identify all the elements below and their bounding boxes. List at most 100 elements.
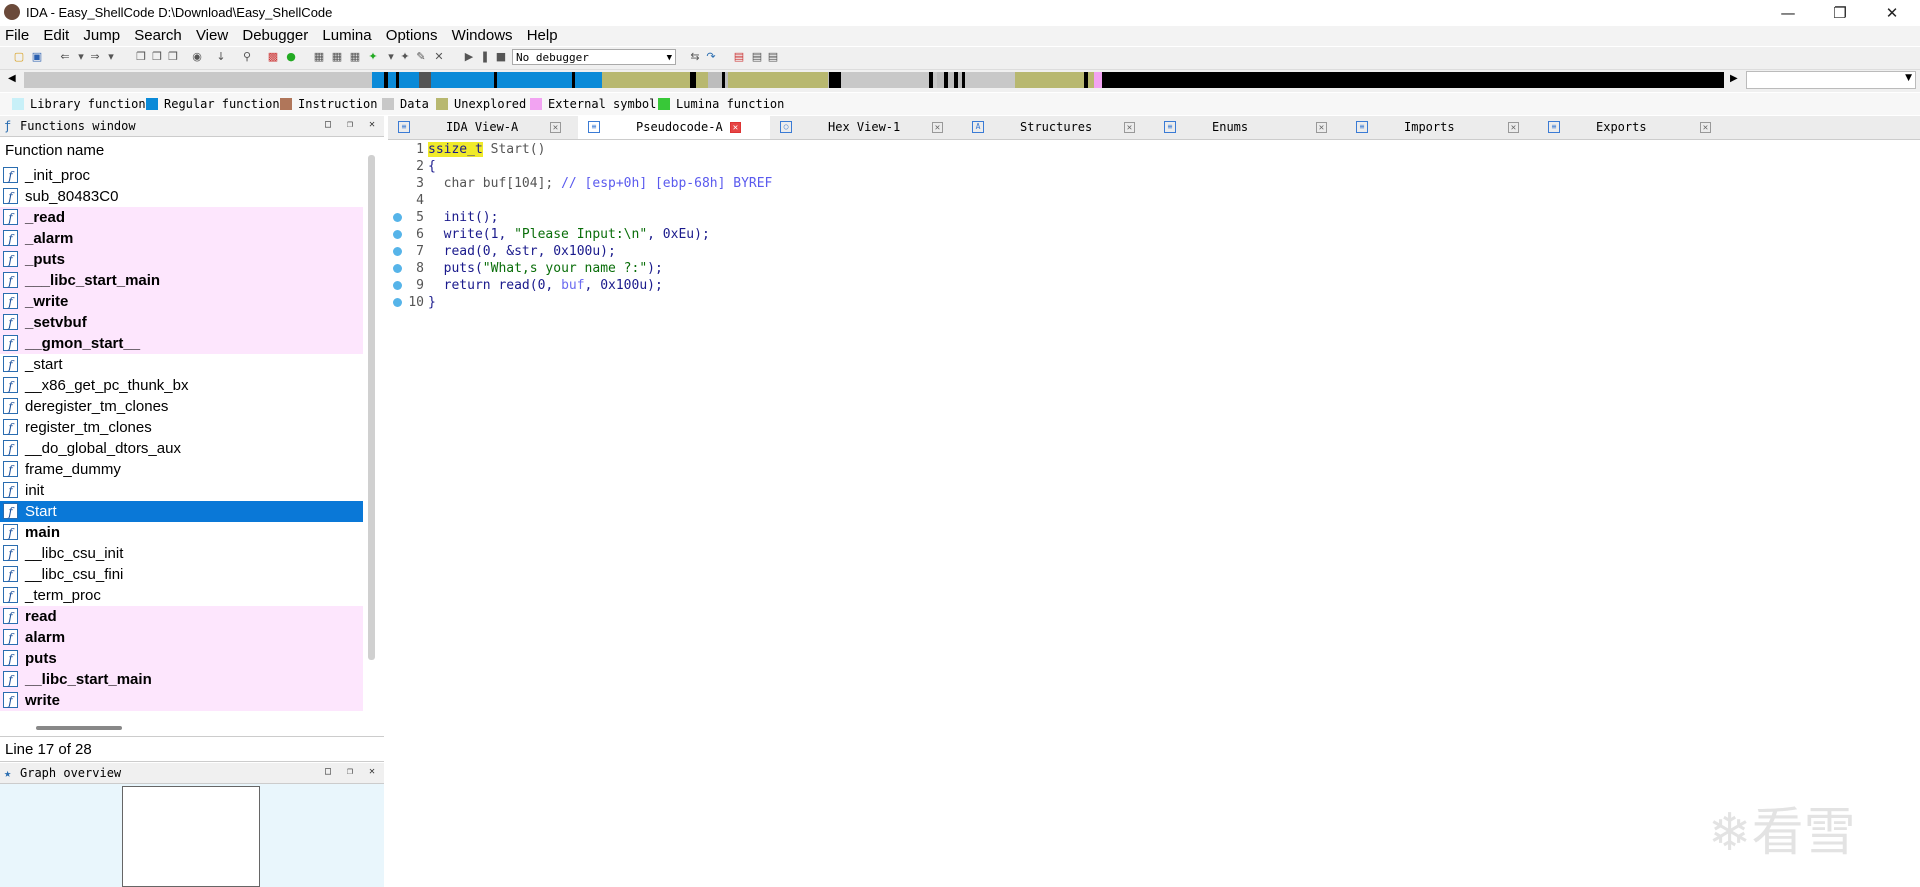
menu-view[interactable]: View: [191, 26, 233, 46]
menu-file[interactable]: File: [0, 26, 34, 46]
tab-enums[interactable]: ≡ Enums ✕: [1154, 116, 1346, 139]
function-row[interactable]: f _alarm: [0, 228, 363, 249]
binoculars-icon[interactable]: ◉: [190, 50, 204, 64]
tab-ida-view-a[interactable]: ≡ IDA View-A ✕: [388, 116, 578, 139]
function-row[interactable]: f __x86_get_pc_thunk_bx: [0, 375, 363, 396]
tab-close-icon[interactable]: ✕: [550, 122, 561, 133]
cancel-icon[interactable]: ✕: [432, 50, 446, 64]
chart-bar2-icon[interactable]: ▦: [330, 50, 344, 64]
menu-windows[interactable]: Windows: [447, 26, 518, 46]
tab-imports[interactable]: ≡ Imports ✕: [1346, 116, 1538, 139]
function-row[interactable]: f _write: [0, 291, 363, 312]
function-row[interactable]: f deregister_tm_clones: [0, 396, 363, 417]
tab-exports[interactable]: ≡ Exports ✕: [1538, 116, 1730, 139]
function-name-column-header[interactable]: Function name: [0, 137, 370, 165]
code-line-2[interactable]: {: [428, 158, 436, 175]
back-dropdown-icon[interactable]: ▾: [74, 50, 88, 64]
tab-close-icon[interactable]: ✕: [1124, 122, 1135, 133]
code-line-10[interactable]: }: [428, 294, 436, 311]
tab-close-icon[interactable]: ✕: [932, 122, 943, 133]
function-row[interactable]: f __do_global_dtors_aux: [0, 438, 363, 459]
function-row[interactable]: f _init_proc: [0, 165, 363, 186]
nav-address-select[interactable]: ▼: [1746, 71, 1916, 89]
function-row[interactable]: f sub_80483C0: [0, 186, 363, 207]
function-row[interactable]: f ___libc_start_main: [0, 270, 363, 291]
function-row[interactable]: f _puts: [0, 249, 363, 270]
tab-close-icon[interactable]: ✕: [1508, 122, 1519, 133]
menu-lumina[interactable]: Lumina: [317, 26, 376, 46]
function-row[interactable]: f puts: [0, 648, 363, 669]
function-row[interactable]: f __libc_csu_init: [0, 543, 363, 564]
tab-pseudocode-a[interactable]: ≡ Pseudocode-A ✕: [578, 116, 770, 139]
tab-close-icon[interactable]: ✕: [730, 122, 741, 133]
breakpoint-dot-icon[interactable]: [393, 281, 402, 290]
nav-left-arrow-icon[interactable]: ◀: [8, 73, 16, 84]
forward-dropdown-icon[interactable]: ▾: [104, 50, 118, 64]
graph-overview-viewport[interactable]: [122, 786, 260, 887]
menu-options[interactable]: Options: [381, 26, 443, 46]
function-row[interactable]: f main: [0, 522, 363, 543]
paste-icon[interactable]: ❐: [150, 50, 164, 64]
step-icon[interactable]: ↷: [704, 50, 718, 64]
code-line-7[interactable]: read(0, &str, 0x100u);: [428, 243, 616, 260]
plugin-icon[interactable]: ✦: [366, 50, 380, 64]
maximize-icon[interactable]: ❐: [1818, 0, 1862, 26]
bookmark-icon[interactable]: ✦: [398, 50, 412, 64]
code-line-5[interactable]: init();: [428, 209, 499, 226]
search-icon[interactable]: ⚲: [240, 50, 254, 64]
restore-icon[interactable]: □: [325, 766, 331, 777]
close-icon[interactable]: ✕: [1870, 0, 1914, 26]
tab-close-icon[interactable]: ✕: [1316, 122, 1327, 133]
clipboard-icon[interactable]: ❐: [166, 50, 180, 64]
code-line-6[interactable]: write(1, "Please Input:\n", 0xEu);: [428, 226, 710, 243]
menu-help[interactable]: Help: [522, 26, 563, 46]
restore-icon[interactable]: □: [325, 119, 331, 130]
function-row[interactable]: f _read: [0, 207, 363, 228]
function-row[interactable]: f _setvbuf: [0, 312, 363, 333]
code-line-1[interactable]: ssize_t Start(): [428, 141, 545, 158]
function-row[interactable]: f __libc_csu_fini: [0, 564, 363, 585]
chart-tool-icon[interactable]: ▦: [348, 50, 362, 64]
graph-icon[interactable]: ▩: [266, 50, 280, 64]
breakpoint-dot-icon[interactable]: [393, 230, 402, 239]
debugger-select[interactable]: No debugger ▼: [512, 49, 676, 65]
trace3-icon[interactable]: ▤: [766, 50, 780, 64]
save-icon[interactable]: ▣: [30, 50, 44, 64]
functions-horizontal-scrollbar[interactable]: [36, 726, 122, 730]
minimize-icon[interactable]: —: [1766, 0, 1810, 26]
function-row[interactable]: f Start: [0, 501, 363, 522]
pause-icon[interactable]: ❚: [478, 50, 492, 64]
function-row[interactable]: f write: [0, 690, 363, 711]
stop-icon[interactable]: ■: [494, 50, 508, 64]
panel-close-icon[interactable]: ✕: [369, 766, 375, 777]
function-row[interactable]: f frame_dummy: [0, 459, 363, 480]
navigation-bar[interactable]: [24, 72, 1724, 88]
float-icon[interactable]: ❐: [347, 119, 353, 130]
function-row[interactable]: f _start: [0, 354, 363, 375]
pseudocode-editor[interactable]: ssize_t Start() { char buf[104]; // [esp…: [428, 140, 1920, 887]
functions-vertical-scrollbar[interactable]: [368, 155, 375, 660]
code-line-3[interactable]: char buf[104]; // [esp+0h] [ebp-68h] BYR…: [428, 175, 773, 192]
back-icon[interactable]: ⇐: [58, 50, 72, 64]
menu-debugger[interactable]: Debugger: [237, 26, 313, 46]
open-icon[interactable]: ▢: [12, 50, 26, 64]
function-row[interactable]: f alarm: [0, 627, 363, 648]
run-circle-icon[interactable]: ●: [284, 50, 298, 64]
breakpoint-dot-icon[interactable]: [393, 264, 402, 273]
code-line-9[interactable]: return read(0, buf, 0x100u);: [428, 277, 663, 294]
function-row[interactable]: f register_tm_clones: [0, 417, 363, 438]
copy-icon[interactable]: ❐: [134, 50, 148, 64]
breakpoint-dot-icon[interactable]: [393, 298, 402, 307]
trace2-icon[interactable]: ▤: [750, 50, 764, 64]
breakpoint-dot-icon[interactable]: [393, 213, 402, 222]
attach-icon[interactable]: ⇆: [688, 50, 702, 64]
chart-bar-icon[interactable]: ▦: [312, 50, 326, 64]
function-row[interactable]: f read: [0, 606, 363, 627]
tab-hex-view-1[interactable]: ○ Hex View-1 ✕: [770, 116, 962, 139]
down-arrow-icon[interactable]: ↓: [214, 50, 228, 64]
plugin-dropdown-icon[interactable]: ▾: [384, 50, 398, 64]
trace-icon[interactable]: ▤: [732, 50, 746, 64]
tab-structures[interactable]: A Structures ✕: [962, 116, 1154, 139]
code-line-8[interactable]: puts("What,s your name ?:");: [428, 260, 663, 277]
function-row[interactable]: f __libc_start_main: [0, 669, 363, 690]
